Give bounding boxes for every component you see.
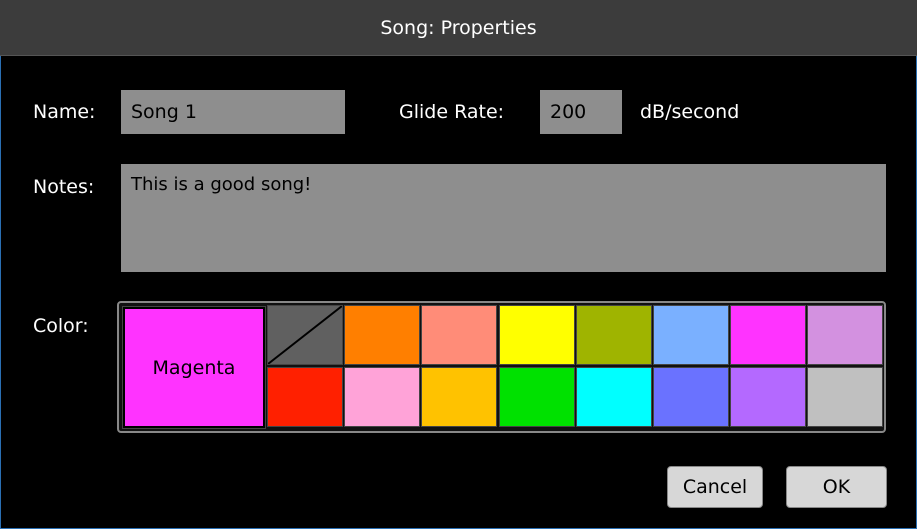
color-swatch[interactable] <box>575 367 652 427</box>
name-label: Name: <box>33 101 96 123</box>
glide-unit-label: dB/second <box>640 101 740 123</box>
color-swatch[interactable] <box>344 305 421 365</box>
color-swatch[interactable] <box>653 305 729 365</box>
color-swatch[interactable] <box>575 305 652 365</box>
color-swatch[interactable] <box>653 367 729 427</box>
ok-button[interactable]: OK <box>786 466 887 508</box>
glide-rate-field[interactable]: 200 <box>540 90 622 134</box>
color-label: Color: <box>33 315 89 337</box>
glide-rate-label: Glide Rate: <box>399 101 505 123</box>
color-swatch[interactable] <box>421 367 498 427</box>
color-swatch[interactable] <box>344 367 421 427</box>
color-swatch[interactable] <box>730 367 807 427</box>
color-swatch[interactable] <box>730 305 807 365</box>
selected-color-swatch[interactable]: Magenta <box>122 306 266 429</box>
color-swatch[interactable] <box>498 367 575 427</box>
name-field[interactable]: Song 1 <box>121 90 345 134</box>
notes-field[interactable]: This is a good song! <box>121 164 886 272</box>
dialog-title: Song: Properties <box>0 0 917 56</box>
notes-label: Notes: <box>33 176 95 198</box>
color-swatch[interactable] <box>267 367 343 427</box>
color-swatch[interactable] <box>807 367 884 427</box>
cancel-button[interactable]: Cancel <box>667 466 763 508</box>
color-swatch[interactable] <box>421 305 498 365</box>
color-swatch[interactable] <box>498 305 575 365</box>
color-swatch[interactable] <box>807 305 884 365</box>
no-color-swatch[interactable] <box>267 305 343 365</box>
